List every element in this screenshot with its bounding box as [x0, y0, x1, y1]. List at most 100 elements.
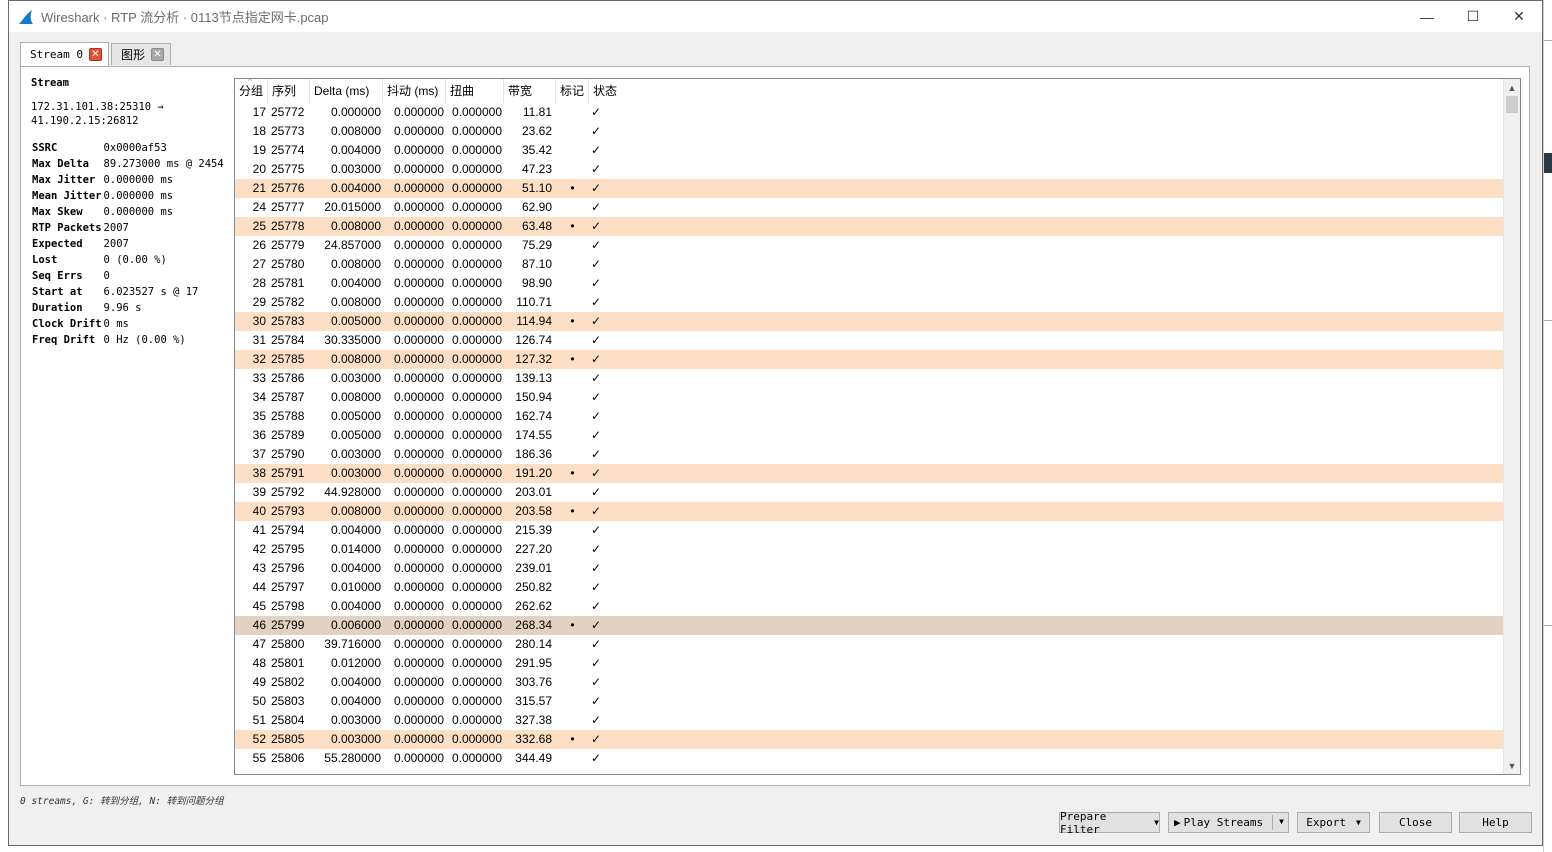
rtp-packet-table[interactable]: ^ 分组 序列 Delta (ms) 抖动 (ms) 扭曲 带宽 标记 状态 17… — [234, 78, 1521, 775]
table-row[interactable]: 21 25776 0.004000 0.000000 0.000000 51.10 • ✓ — [235, 179, 1503, 198]
help-button[interactable]: Help — [1459, 812, 1532, 833]
table-row[interactable]: 38 25791 0.003000 0.000000 0.000000 191.20 • ✓ — [235, 464, 1503, 483]
cell-seq: 25803 — [271, 694, 305, 708]
tab-stream-0[interactable]: Stream 0 ✕ — [20, 42, 109, 66]
cell-pkt: 44 — [252, 580, 266, 594]
play-streams-button[interactable]: ▶ Play Streams ▼ — [1168, 812, 1289, 833]
table-row[interactable]: 46 25799 0.006000 0.000000 0.000000 268.34 • ✓ — [235, 616, 1503, 635]
dropdown-caret-icon[interactable]: ▼ — [1279, 817, 1284, 826]
table-row[interactable]: 35 25788 0.005000 0.000000 0.000000 162.74 ✓ — [235, 407, 1503, 426]
table-row[interactable]: 17 25772 0.000000 0.000000 0.000000 11.81 ✓ — [235, 103, 1503, 122]
vertical-scrollbar[interactable]: ▲ ▼ — [1503, 79, 1520, 774]
stats-value: 2007 — [103, 238, 129, 250]
cell-mark: • — [570, 466, 575, 480]
cell-mark — [556, 578, 589, 597]
cell-pkt: 24 — [252, 200, 266, 214]
column-header-packet[interactable]: ^ 分组 — [235, 79, 268, 103]
rtp-stream-analysis-dialog: Wireshark · RTP 流分析 · 0113节点指定网卡.pcap — … — [8, 0, 1543, 846]
stats-row: RTP Packets 2007 — [32, 220, 224, 236]
table-row[interactable]: 45 25798 0.004000 0.000000 0.000000 262.62 ✓ — [235, 597, 1503, 616]
close-window-button[interactable]: ✕ — [1496, 1, 1542, 32]
column-header-bandwidth[interactable]: 带宽 — [504, 79, 556, 103]
table-row[interactable]: 27 25780 0.008000 0.000000 0.000000 87.10 ✓ — [235, 255, 1503, 274]
table-row[interactable]: 19 25774 0.004000 0.000000 0.000000 35.42 ✓ — [235, 141, 1503, 160]
cell-jitter: 0.000000 — [393, 352, 444, 366]
cell-status: ✓ — [591, 162, 602, 176]
cell-status: ✓ — [591, 333, 602, 347]
tab-label: Stream 0 — [30, 48, 83, 61]
column-header-marker[interactable]: 标记 — [556, 79, 589, 103]
table-row[interactable]: 20 25775 0.003000 0.000000 0.000000 47.23 ✓ — [235, 160, 1503, 179]
scroll-down-arrow-icon[interactable]: ▼ — [1504, 757, 1520, 774]
table-row[interactable]: 42 25795 0.014000 0.000000 0.000000 227.20 ✓ — [235, 540, 1503, 559]
table-row[interactable]: 48 25801 0.012000 0.000000 0.000000 291.95 ✓ — [235, 654, 1503, 673]
table-row[interactable]: 34 25787 0.008000 0.000000 0.000000 150.94 ✓ — [235, 388, 1503, 407]
table-row[interactable]: 18 25773 0.008000 0.000000 0.000000 23.62 ✓ — [235, 122, 1503, 141]
stats-row: Start at 6.023527 s @ 17 — [32, 284, 224, 300]
cell-pkt: 26 — [252, 238, 266, 252]
prepare-filter-button[interactable]: Prepare Filter ▼ — [1059, 810, 1160, 836]
cell-bw: 110.71 — [516, 295, 552, 309]
cell-jitter: 0.000000 — [393, 580, 444, 594]
cell-jitter: 0.000000 — [393, 276, 444, 290]
scrollbar-thumb[interactable] — [1506, 96, 1518, 113]
column-header-sequence[interactable]: 序列 — [268, 79, 310, 103]
help-label: Help — [1482, 816, 1509, 829]
table-row[interactable]: 33 25786 0.003000 0.000000 0.000000 139.13 ✓ — [235, 369, 1503, 388]
table-row[interactable]: 47 25800 39.716000 0.000000 0.000000 280.14 ✓ — [235, 635, 1503, 654]
column-header-skew[interactable]: 扭曲 — [446, 79, 504, 103]
stats-value: 0.000000 ms — [103, 206, 174, 218]
cell-skew: 0.000000 — [451, 656, 502, 670]
cell-skew: 0.000000 — [451, 181, 502, 195]
table-row[interactable]: 36 25789 0.005000 0.000000 0.000000 174.55 ✓ — [235, 426, 1503, 445]
scroll-up-arrow-icon[interactable]: ▲ — [1504, 79, 1520, 96]
cell-mark: • — [570, 732, 575, 746]
column-header-jitter[interactable]: 抖动 (ms) — [383, 79, 446, 103]
table-row[interactable]: 28 25781 0.004000 0.000000 0.000000 98.90 ✓ — [235, 274, 1503, 293]
table-row[interactable]: 26 25779 24.857000 0.000000 0.000000 75.29 ✓ — [235, 236, 1503, 255]
tab-close-icon[interactable]: ✕ — [151, 48, 164, 61]
table-row[interactable]: 30 25783 0.005000 0.000000 0.000000 114.94 • ✓ — [235, 312, 1503, 331]
tab-bar: Stream 0 ✕ 图形 ✕ — [20, 42, 173, 67]
table-row[interactable]: 55 25806 55.280000 0.000000 0.000000 344.49 ✓ — [235, 749, 1503, 768]
tab-close-icon[interactable]: ✕ — [88, 48, 102, 61]
column-header-delta[interactable]: Delta (ms) — [310, 79, 383, 103]
table-row[interactable]: 52 25805 0.003000 0.000000 0.000000 332.68 • ✓ — [235, 730, 1503, 749]
table-row[interactable]: 29 25782 0.008000 0.000000 0.000000 110.71 ✓ — [235, 293, 1503, 312]
close-button[interactable]: Close — [1379, 812, 1452, 833]
background-divider — [1544, 40, 1552, 41]
stats-key: Start at — [32, 286, 83, 298]
cell-delta: 0.003000 — [330, 447, 381, 461]
export-button[interactable]: Export ▼ — [1297, 812, 1370, 833]
table-row[interactable]: 51 25804 0.003000 0.000000 0.000000 327.38 ✓ — [235, 711, 1503, 730]
stats-value: 89.273000 ms @ 2454 — [103, 158, 224, 170]
table-row[interactable]: 32 25785 0.008000 0.000000 0.000000 127.32 • ✓ — [235, 350, 1503, 369]
cell-seq: 25796 — [271, 561, 305, 575]
cell-status: ✓ — [591, 124, 602, 138]
cell-status: ✓ — [591, 561, 602, 575]
table-row[interactable]: 24 25777 20.015000 0.000000 0.000000 62.90 ✓ — [235, 198, 1503, 217]
stats-key: SSRC — [32, 142, 58, 154]
table-row[interactable]: 39 25792 44.928000 0.000000 0.000000 203.01 ✓ — [235, 483, 1503, 502]
cell-pkt: 27 — [252, 257, 266, 271]
column-header-status[interactable]: 状态 — [589, 79, 649, 103]
maximize-button[interactable]: ☐ — [1450, 1, 1496, 32]
table-row[interactable]: 43 25796 0.004000 0.000000 0.000000 239.01 ✓ — [235, 559, 1503, 578]
minimize-button[interactable]: — — [1404, 1, 1450, 32]
cell-delta: 0.005000 — [330, 314, 381, 328]
table-row[interactable]: 25 25778 0.008000 0.000000 0.000000 63.48 • ✓ — [235, 217, 1503, 236]
cell-jitter: 0.000000 — [393, 143, 444, 157]
stats-value: 9.96 s — [103, 302, 142, 314]
cell-delta: 39.716000 — [324, 637, 381, 651]
table-row[interactable]: 49 25802 0.004000 0.000000 0.000000 303.76 ✓ — [235, 673, 1503, 692]
table-row[interactable]: 40 25793 0.008000 0.000000 0.000000 203.58 • ✓ — [235, 502, 1503, 521]
table-row[interactable]: 50 25803 0.004000 0.000000 0.000000 315.57 ✓ — [235, 692, 1503, 711]
cell-jitter: 0.000000 — [393, 181, 444, 195]
table-row[interactable]: 41 25794 0.004000 0.000000 0.000000 215.39 ✓ — [235, 521, 1503, 540]
table-row[interactable]: 37 25790 0.003000 0.000000 0.000000 186.36 ✓ — [235, 445, 1503, 464]
cell-mark: • — [570, 504, 575, 518]
table-row[interactable]: 44 25797 0.010000 0.000000 0.000000 250.82 ✓ — [235, 578, 1503, 597]
table-row[interactable]: 31 25784 30.335000 0.000000 0.000000 126.74 ✓ — [235, 331, 1503, 350]
stats-key: Expected — [32, 238, 83, 250]
tab-graph[interactable]: 图形 ✕ — [110, 43, 171, 65]
